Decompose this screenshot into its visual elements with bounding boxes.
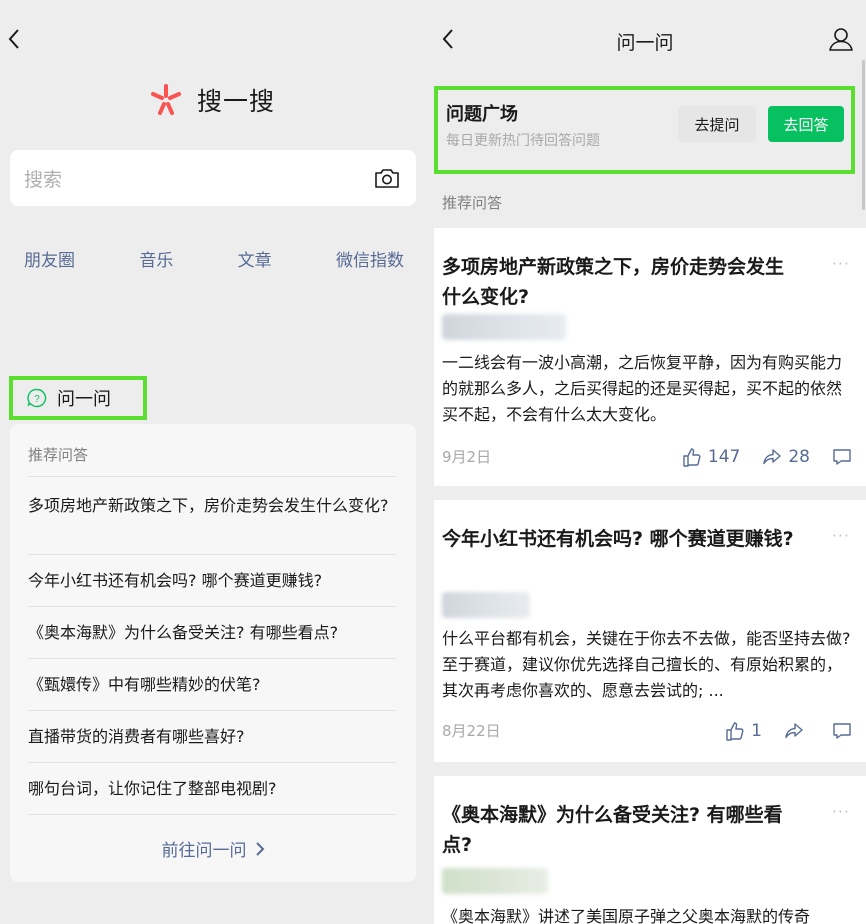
- question-square-title[interactable]: 问题广场: [446, 100, 518, 126]
- divider: [28, 476, 396, 477]
- search-input[interactable]: 搜索: [24, 165, 374, 192]
- back-arrow-icon[interactable]: [4, 24, 28, 54]
- category-moments[interactable]: 朋友圈: [24, 246, 75, 271]
- recommended-label: 推荐问答: [28, 446, 89, 464]
- ask-section-header[interactable]: ? 问一问: [27, 385, 111, 411]
- share-count: 28: [788, 446, 810, 467]
- answer-card-question[interactable]: 今年小红书还有机会吗? 哪个赛道更赚钱?: [442, 524, 802, 554]
- share-icon: [763, 448, 782, 464]
- question-square-subtitle: 每日更新热门待回答问题: [446, 133, 600, 149]
- ask-question-button[interactable]: 去提问: [678, 106, 756, 142]
- share-button[interactable]: [784, 721, 810, 741]
- more-options-icon[interactable]: ···: [832, 254, 850, 273]
- answer-excerpt[interactable]: 什么平台都有机会，关键在于你去不去做，能否坚持去做? 至于赛道，建议你优先选择自…: [442, 626, 852, 704]
- divider: [28, 710, 396, 711]
- scrollbar[interactable]: [862, 60, 865, 210]
- divider: [28, 762, 396, 763]
- category-articles[interactable]: 文章: [238, 246, 272, 271]
- answer-date: 8月22日: [442, 722, 501, 740]
- camera-icon[interactable]: [374, 167, 400, 189]
- answer-card-question[interactable]: 多项房地产新政策之下，房价走势会发生什么变化?: [442, 252, 802, 312]
- category-wechat-index[interactable]: 微信指数: [336, 246, 404, 271]
- sou-yi-sou-logo-icon: [150, 84, 181, 115]
- blurred-author: [442, 314, 566, 340]
- recommended-label: 推荐问答: [442, 194, 503, 212]
- divider: [28, 658, 396, 659]
- question-item[interactable]: 今年小红书还有机会吗? 哪个赛道更赚钱?: [28, 569, 396, 593]
- more-options-icon[interactable]: ···: [832, 526, 850, 545]
- answer-card[interactable]: 多项房地产新政策之下，房价走势会发生什么变化? ··· 一二线会有一波小高潮，之…: [434, 228, 866, 486]
- like-button[interactable]: 1: [725, 721, 762, 741]
- category-links: 朋友圈 音乐 文章 微信指数: [24, 246, 404, 271]
- search-box[interactable]: 搜索: [10, 150, 416, 206]
- comment-icon: [833, 448, 851, 465]
- question-circle-icon: ?: [27, 388, 47, 408]
- thumbs-up-icon: [726, 721, 744, 741]
- profile-icon[interactable]: [828, 26, 854, 52]
- share-button[interactable]: 28: [762, 447, 810, 467]
- answer-card-question[interactable]: 《奥本海默》为什么备受关注? 有哪些看点?: [442, 800, 802, 860]
- answer-card[interactable]: 今年小红书还有机会吗? 哪个赛道更赚钱? ··· 什么平台都有机会，关键在于你去…: [434, 500, 866, 762]
- answer-excerpt[interactable]: 一二线会有一波小高潮，之后恢复平静，因为有购买能力的就那么多人，之后买得起的还是…: [442, 350, 852, 428]
- comment-icon: [833, 722, 851, 739]
- comment-button[interactable]: [832, 721, 852, 741]
- question-item[interactable]: 多项房地产新政策之下，房价走势会发生什么变化?: [28, 494, 396, 518]
- divider: [28, 554, 396, 555]
- answer-question-button[interactable]: 去回答: [768, 106, 844, 142]
- like-button[interactable]: 147: [682, 447, 740, 467]
- search-panel: 搜一搜 搜索 朋友圈 音乐 文章 微信指数 ? 问一问 推荐问答 多项房地产新政…: [0, 0, 424, 924]
- question-item[interactable]: 哪句台词，让你记住了整部电视剧?: [28, 777, 396, 801]
- answer-date: 9月2日: [442, 448, 492, 466]
- like-count: 1: [751, 720, 762, 741]
- go-to-ask-link[interactable]: 前往问一问: [10, 836, 416, 861]
- ask-panel: 问一问 问题广场 每日更新热门待回答问题 去提问 去回答 推荐问答 多项房地产新…: [424, 0, 866, 924]
- recommended-questions-card: 推荐问答 多项房地产新政策之下，房价走势会发生什么变化? 今年小红书还有机会吗?…: [10, 424, 416, 882]
- share-icon: [785, 722, 803, 738]
- divider: [28, 814, 396, 815]
- ask-label: 问一问: [57, 389, 111, 410]
- answer-meta: 8月22日 1: [442, 720, 852, 741]
- blurred-author: [442, 592, 530, 618]
- answer-meta: 9月2日 147 28: [442, 446, 852, 467]
- category-music[interactable]: 音乐: [139, 246, 173, 271]
- question-item[interactable]: 《奥本海默》为什么备受关注? 有哪些看点?: [28, 621, 396, 645]
- comment-button[interactable]: [832, 447, 852, 467]
- blurred-author: [442, 868, 548, 894]
- more-options-icon[interactable]: ···: [832, 802, 850, 821]
- logo-title: 搜一搜: [196, 87, 275, 116]
- answer-excerpt[interactable]: 《奥本海默》讲述了美国原子弹之父奥本海默的传奇: [442, 904, 852, 924]
- thumbs-up-icon: [683, 447, 701, 467]
- question-item[interactable]: 直播带货的消费者有哪些喜好?: [28, 725, 396, 749]
- chevron-right-icon: [255, 841, 264, 856]
- divider: [28, 606, 396, 607]
- page-title: 问一问: [616, 32, 674, 54]
- go-to-ask-label: 前往问一问: [161, 841, 247, 861]
- svg-text:?: ?: [34, 394, 40, 405]
- logo-row: 搜一搜: [0, 82, 424, 118]
- answer-card[interactable]: 《奥本海默》为什么备受关注? 有哪些看点? ··· 《奥本海默》讲述了美国原子弹…: [434, 776, 866, 924]
- question-item[interactable]: 《甄嬛传》中有哪些精妙的伏笔?: [28, 673, 396, 697]
- like-count: 147: [707, 446, 741, 467]
